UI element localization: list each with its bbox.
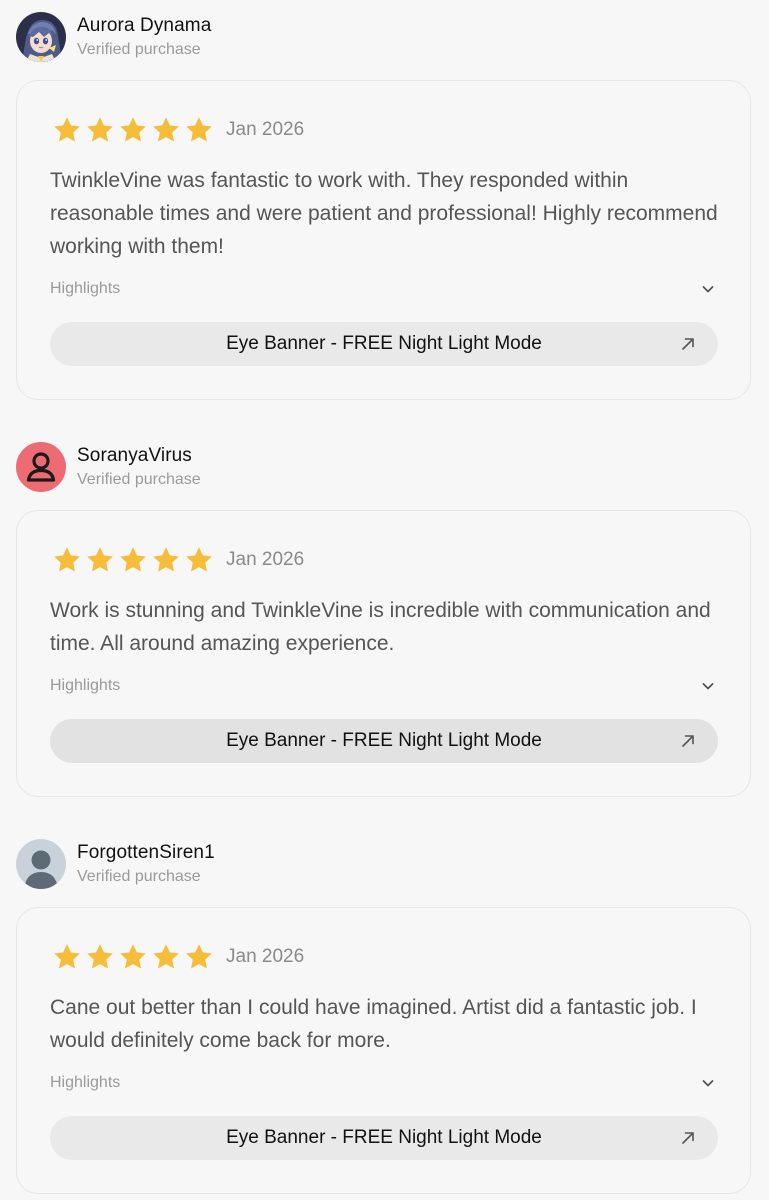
star-icon — [186, 117, 212, 142]
reviewer-header: Aurora Dynama Verified purchase — [16, 12, 716, 64]
reviewer-header: ForgottenSiren1 Verified purchase — [16, 839, 716, 891]
star-icon — [87, 944, 113, 969]
review-card: Jan 2026 Cane out better than I could ha… — [16, 907, 751, 1194]
product-link-button[interactable]: Eye Banner - FREE Night Light Mode — [50, 1116, 718, 1160]
verified-purchase-label: Verified purchase — [77, 471, 201, 488]
reviewer-header: SoranyaVirus Verified purchase — [16, 442, 716, 494]
star-rating — [52, 545, 214, 575]
chevron-down-icon[interactable] — [698, 676, 718, 696]
star-icon — [186, 547, 212, 572]
review-date: Jan 2026 — [226, 549, 305, 570]
star-icon — [54, 547, 80, 572]
product-link-button[interactable]: Eye Banner - FREE Night Light Mode — [50, 719, 718, 763]
review-text: Cane out better than I could have imagin… — [50, 996, 697, 1052]
star-rating — [52, 942, 214, 972]
chevron-down-icon[interactable] — [698, 1073, 718, 1093]
star-icon — [87, 117, 113, 142]
highlights-label: Highlights — [50, 677, 121, 694]
review-date: Jan 2026 — [226, 946, 305, 967]
reviews-list: Aurora Dynama Verified purchase Jan 2026… — [0, 0, 769, 1200]
review-text: Work is stunning and TwinkleVine is incr… — [50, 599, 711, 655]
star-icon — [153, 117, 179, 142]
star-icon — [54, 944, 80, 969]
avatar[interactable] — [16, 12, 66, 62]
review-card: Jan 2026 Work is stunning and TwinkleVin… — [16, 510, 751, 797]
reviewer-name[interactable]: ForgottenSiren1 — [77, 842, 215, 864]
product-name: Eye Banner - FREE Night Light Mode — [226, 1127, 542, 1148]
highlights-label: Highlights — [50, 1074, 121, 1091]
external-link-arrow-icon — [678, 334, 698, 354]
avatar[interactable] — [16, 839, 66, 889]
default-user-silhouette-icon — [16, 839, 66, 889]
chevron-down-icon[interactable] — [698, 279, 718, 299]
reviewer-name[interactable]: SoranyaVirus — [77, 445, 192, 467]
star-rating — [52, 115, 214, 145]
review-date: Jan 2026 — [226, 119, 305, 140]
anime-character-avatar-icon — [16, 12, 66, 62]
star-icon — [153, 547, 179, 572]
verified-purchase-label: Verified purchase — [77, 41, 201, 58]
external-link-arrow-icon — [678, 731, 698, 751]
person-outline-icon — [16, 442, 66, 492]
star-icon — [87, 547, 113, 572]
reviewer-name[interactable]: Aurora Dynama — [77, 15, 211, 37]
star-icon — [54, 117, 80, 142]
star-icon — [120, 547, 146, 572]
review-text: TwinkleVine was fantastic to work with. … — [50, 169, 718, 258]
product-name: Eye Banner - FREE Night Light Mode — [226, 730, 542, 751]
star-icon — [120, 944, 146, 969]
product-link-button[interactable]: Eye Banner - FREE Night Light Mode — [50, 322, 718, 366]
review-card: Jan 2026 TwinkleVine was fantastic to wo… — [16, 80, 751, 400]
external-link-arrow-icon — [678, 1128, 698, 1148]
star-icon — [120, 117, 146, 142]
verified-purchase-label: Verified purchase — [77, 868, 201, 885]
highlights-label: Highlights — [50, 280, 121, 297]
star-icon — [153, 944, 179, 969]
product-name: Eye Banner - FREE Night Light Mode — [226, 333, 542, 354]
star-icon — [186, 944, 212, 969]
avatar[interactable] — [16, 442, 66, 492]
